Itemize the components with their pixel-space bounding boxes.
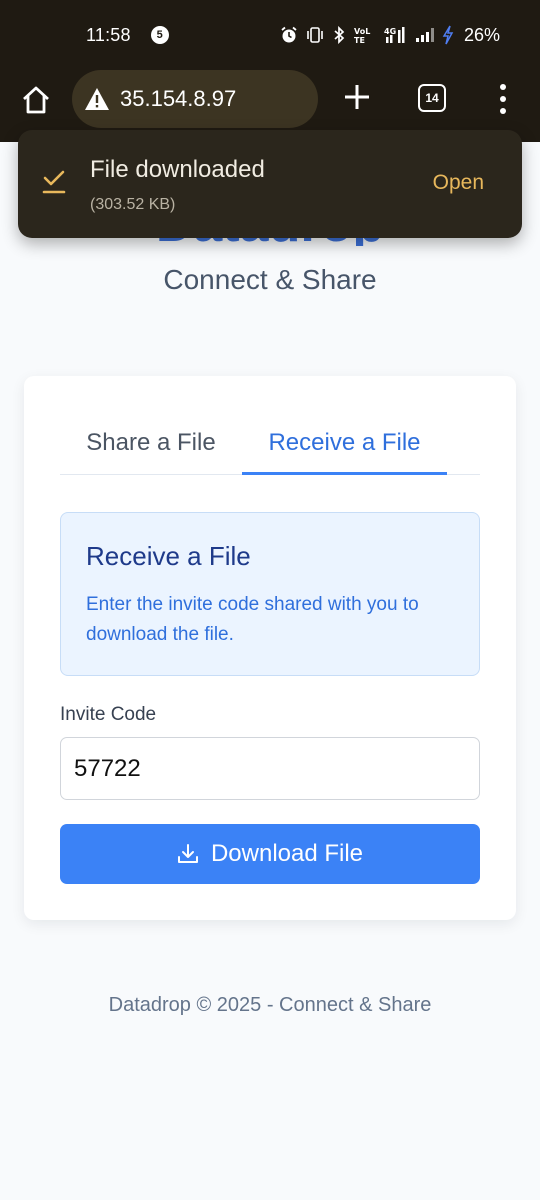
- url-text: 35.154.8.97: [120, 86, 237, 111]
- new-tab-plus-icon[interactable]: [340, 80, 374, 114]
- footer-text: Datadrop © 2025 - Connect & Share: [108, 994, 432, 1016]
- info-box: Receive a File Enter the invite code sha…: [60, 512, 480, 676]
- tab-receive-a-file[interactable]: Receive a File: [242, 412, 447, 475]
- home-icon[interactable]: [20, 84, 52, 116]
- info-title: Receive a File: [86, 541, 251, 571]
- download-icon: [177, 844, 198, 863]
- notification-count-badge: 5: [150, 26, 169, 44]
- info-text: Enter the invite code shared with you to…: [86, 594, 419, 645]
- download-button-label: Download File: [210, 840, 364, 867]
- tab-bar: Share a File Receive a File: [60, 412, 480, 475]
- status-time: 11:58: [86, 24, 131, 45]
- toast-open-button[interactable]: Open: [433, 171, 484, 195]
- more-menu-icon[interactable]: [496, 84, 510, 114]
- battery-percent: 26%: [463, 24, 500, 45]
- invite-code-input[interactable]: [60, 737, 480, 800]
- volte-icon: VoL TE: [354, 27, 370, 44]
- svg-text:4G: 4G: [384, 27, 396, 36]
- charging-icon: [442, 25, 454, 45]
- toast-file-size: (303.52 KB): [90, 196, 176, 213]
- page-subtitle: Connect & Share: [163, 264, 377, 295]
- warning-icon[interactable]: [84, 87, 110, 111]
- tab-switcher-button[interactable]: 14: [418, 84, 446, 112]
- address-bar[interactable]: 35.154.8.97: [72, 70, 318, 128]
- alarm-icon: [281, 26, 297, 43]
- signal-bars-icon: [415, 28, 434, 42]
- svg-text:TE: TE: [354, 36, 365, 44]
- status-bar: 11:58 5 VoL TE 4G 26%: [0, 0, 540, 70]
- bluetooth-icon: [334, 26, 345, 44]
- network-4g-signal-icon: 4G: [384, 27, 405, 43]
- download-toast: File downloaded (303.52 KB) Open: [18, 130, 522, 238]
- download-done-icon: [42, 170, 66, 194]
- svg-text:VoL: VoL: [354, 27, 370, 36]
- toast-title: File downloaded: [90, 156, 265, 183]
- tab-share-a-file[interactable]: Share a File: [60, 412, 242, 473]
- status-icons: VoL TE 4G 26%: [280, 0, 500, 70]
- vibrate-icon: [307, 27, 323, 43]
- download-file-button[interactable]: Download File: [60, 824, 480, 884]
- receive-card: Share a File Receive a File Receive a Fi…: [24, 376, 516, 920]
- invite-code-label: Invite Code: [60, 704, 157, 725]
